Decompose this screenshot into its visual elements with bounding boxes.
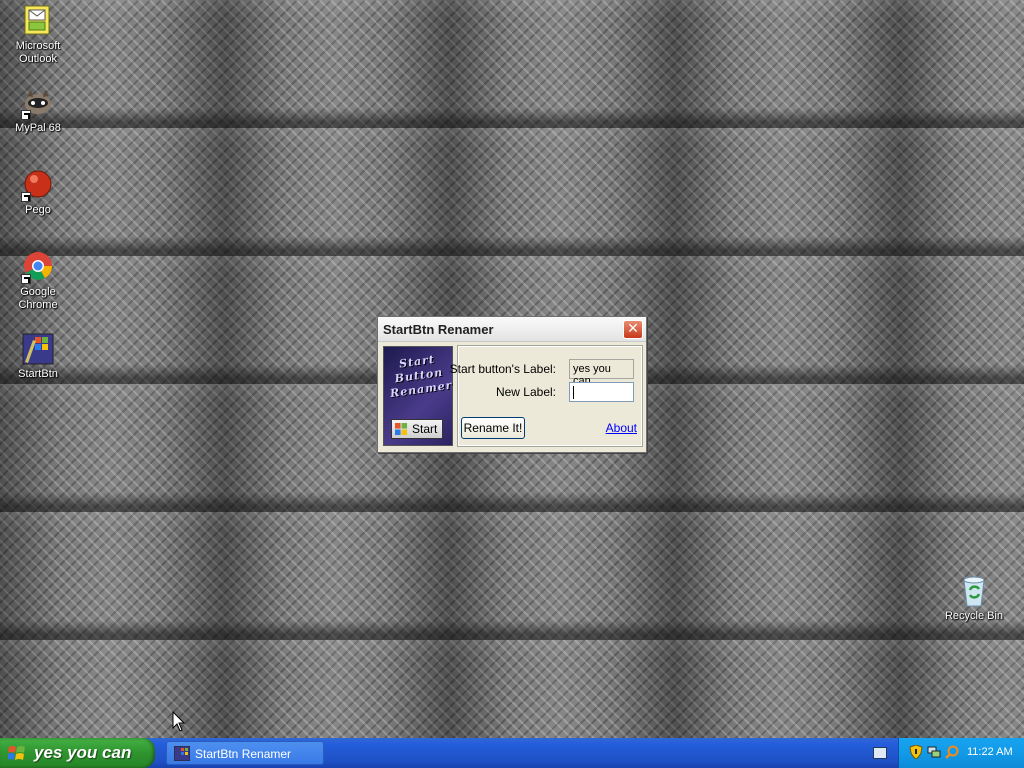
shortcut-arrow-icon xyxy=(21,274,31,284)
desktop-icon-label: Google Chrome xyxy=(18,286,58,311)
desktop: Microsoft Outlook MyPal 68 Pego Google C… xyxy=(0,0,1024,737)
taskbar-item-startbtn-renamer[interactable]: StartBtn Renamer xyxy=(166,741,324,765)
startbtn-icon xyxy=(174,746,190,761)
shortcut-arrow-icon xyxy=(21,110,31,120)
start-button-label: yes you can xyxy=(34,743,132,762)
current-label-field: yes you can xyxy=(569,359,634,387)
mouse-cursor-icon xyxy=(172,711,186,732)
chrome-icon xyxy=(21,250,55,284)
logo-start-label: Start xyxy=(412,422,438,436)
pego-icon xyxy=(21,168,55,202)
desktop-icon-mypal[interactable]: MyPal 68 xyxy=(0,86,76,135)
clock[interactable]: 11:22 AM xyxy=(967,746,1013,758)
desktop-icon-label: StartBtn xyxy=(18,368,58,380)
mypal-icon xyxy=(21,86,55,120)
close-icon: ✕ xyxy=(627,321,639,337)
search-icon[interactable] xyxy=(945,745,959,759)
recycle-bin-icon xyxy=(957,574,991,608)
security-shield-icon[interactable] xyxy=(909,745,923,759)
current-label-caption: Start button's Label: xyxy=(449,362,556,376)
about-link[interactable]: About xyxy=(606,421,637,435)
windows-flag-icon xyxy=(395,423,408,436)
desktop-icon-label: MyPal 68 xyxy=(15,122,61,134)
desktop-icon-pego[interactable]: Pego xyxy=(0,168,76,217)
app-logo: Start Button Renamer Start xyxy=(383,346,453,446)
network-icon[interactable] xyxy=(927,745,941,759)
startbtn-icon xyxy=(21,332,55,366)
system-tray: 11:22 AM xyxy=(898,738,1024,768)
taskbar: yes you can StartBtn Renamer 11:22 AM xyxy=(0,738,1024,768)
desktop-icon-outlook[interactable]: Microsoft Outlook xyxy=(0,4,76,66)
rename-button[interactable]: Rename It! xyxy=(461,417,525,439)
windows-flag-icon xyxy=(8,746,25,760)
outlook-icon xyxy=(21,4,55,38)
startbtn-renamer-dialog: StartBtn Renamer ✕ Start Button Renamer … xyxy=(377,316,647,453)
rename-panel: Start button's Label: yes you can New La… xyxy=(450,345,643,447)
logo-start-button-preview: Start xyxy=(391,419,443,439)
desktop-icon-recycle-bin[interactable]: Recycle Bin xyxy=(936,574,1012,623)
desktop-icon-chrome[interactable]: Google Chrome xyxy=(0,250,76,312)
text-caret xyxy=(573,386,574,399)
desktop-icon-label: Recycle Bin xyxy=(944,610,1004,622)
logo-text: Start Button Renamer xyxy=(389,352,454,401)
shortcut-arrow-icon xyxy=(21,192,31,202)
new-label-input[interactable] xyxy=(569,382,634,402)
dialog-titlebar[interactable]: StartBtn Renamer ✕ xyxy=(378,317,646,342)
desktop-icon-label: Microsoft Outlook xyxy=(15,40,61,65)
start-button[interactable]: yes you can xyxy=(0,738,155,768)
desktop-icon-startbtn[interactable]: StartBtn xyxy=(0,332,76,381)
dialog-title: StartBtn Renamer xyxy=(383,322,494,337)
desktop-icon-label: Pego xyxy=(25,204,51,216)
new-label-caption: New Label: xyxy=(495,385,556,399)
keyboard-icon[interactable] xyxy=(873,747,887,759)
taskbar-item-label: StartBtn Renamer xyxy=(195,747,292,761)
close-button[interactable]: ✕ xyxy=(623,320,643,339)
